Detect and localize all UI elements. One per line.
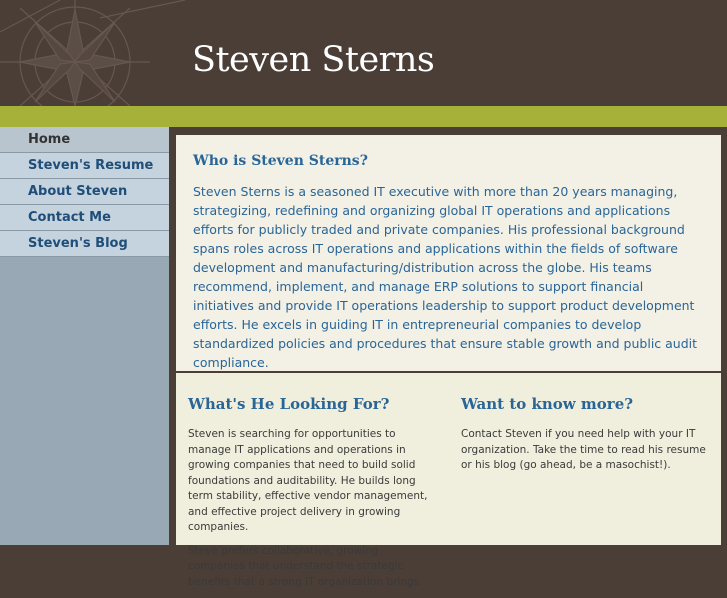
nav-list: Home Steven's Resume About Steven Contac… xyxy=(0,127,169,257)
looking-paragraph-1: Steven is searching for opportunities to… xyxy=(188,428,428,533)
more-heading: Want to know more? xyxy=(461,395,634,413)
info-panel: What's He Looking For? Steven is searchi… xyxy=(176,373,721,588)
who-panel: Who is Steven Sterns? Steven Sterns is a… xyxy=(176,135,721,371)
nav-item-blog[interactable]: Steven's Blog xyxy=(0,231,169,257)
site-title: Steven Sterns xyxy=(192,40,435,80)
nav-item-contact[interactable]: Contact Me xyxy=(0,205,169,231)
who-body: Steven Sterns is a seasoned IT executive… xyxy=(193,184,698,370)
more-body: Contact Steven if you need help with you… xyxy=(461,428,706,471)
nav-item-about[interactable]: About Steven xyxy=(0,179,169,205)
looking-heading: What's He Looking For? xyxy=(188,395,390,413)
header-accent-band xyxy=(0,106,727,127)
who-heading: Who is Steven Sterns? xyxy=(193,153,368,169)
compass-rose-icon xyxy=(0,0,186,106)
site-header: Steven Sterns xyxy=(0,0,727,106)
looking-paragraph-2: Steve prefers collaborative, growing com… xyxy=(188,544,423,588)
nav-item-home[interactable]: Home xyxy=(0,127,169,153)
sidebar-nav: Home Steven's Resume About Steven Contac… xyxy=(0,127,169,545)
more-column: Want to know more? Contact Steven if you… xyxy=(461,395,706,482)
looking-column: What's He Looking For? Steven is searchi… xyxy=(188,395,428,598)
nav-item-resume[interactable]: Steven's Resume xyxy=(0,153,169,179)
